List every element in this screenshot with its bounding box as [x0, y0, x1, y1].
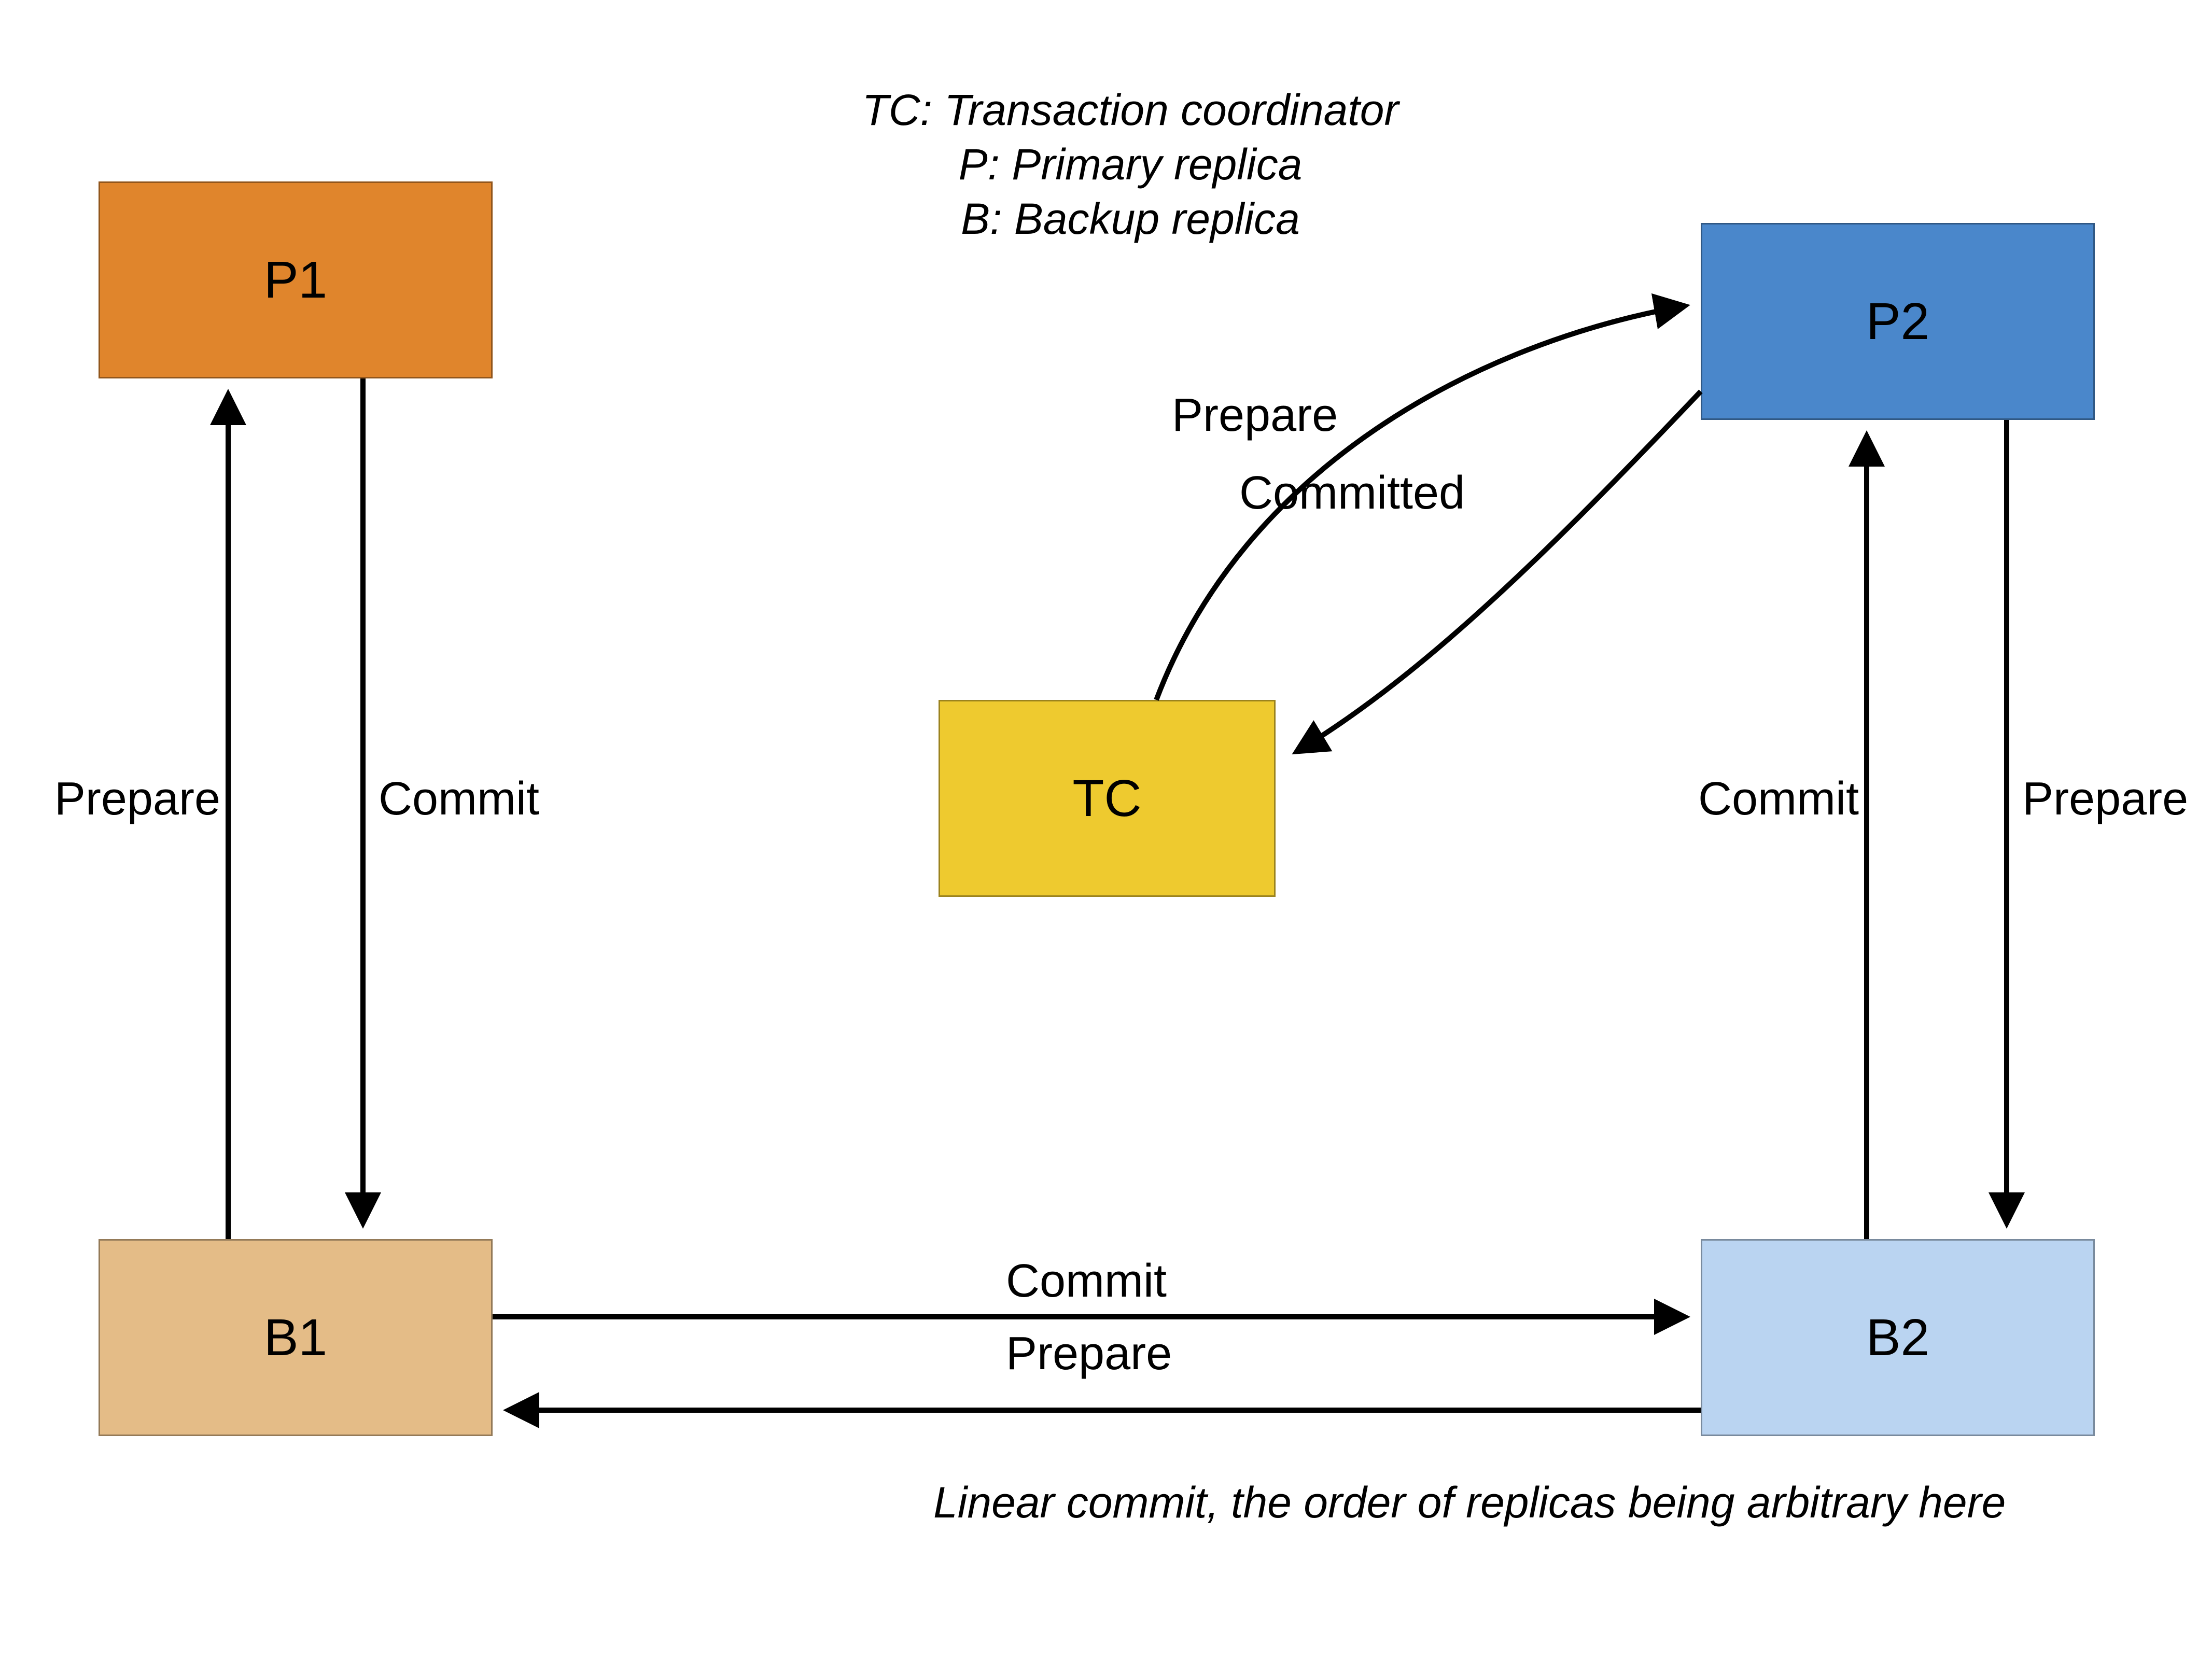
label-p2b2-commit: Commit: [1672, 772, 1859, 826]
label-p2b2-prepare: Prepare: [2022, 772, 2188, 826]
caption: Linear commit, the order of replicas bei…: [933, 1478, 2006, 1528]
label-b1b2-prepare: Prepare: [1006, 1327, 1172, 1381]
diagram-stage: TC: Transaction coordinator P: Primary r…: [0, 0, 2212, 1659]
label-p1b1-prepare: Prepare: [34, 772, 220, 826]
label-tcp2-committed: Committed: [1239, 467, 1465, 520]
label-p1b1-commit: Commit: [379, 772, 539, 826]
arrows-layer: [0, 0, 2212, 1659]
label-tcp2-prepare: Prepare: [1172, 389, 1338, 442]
label-b1b2-commit: Commit: [1006, 1255, 1167, 1308]
